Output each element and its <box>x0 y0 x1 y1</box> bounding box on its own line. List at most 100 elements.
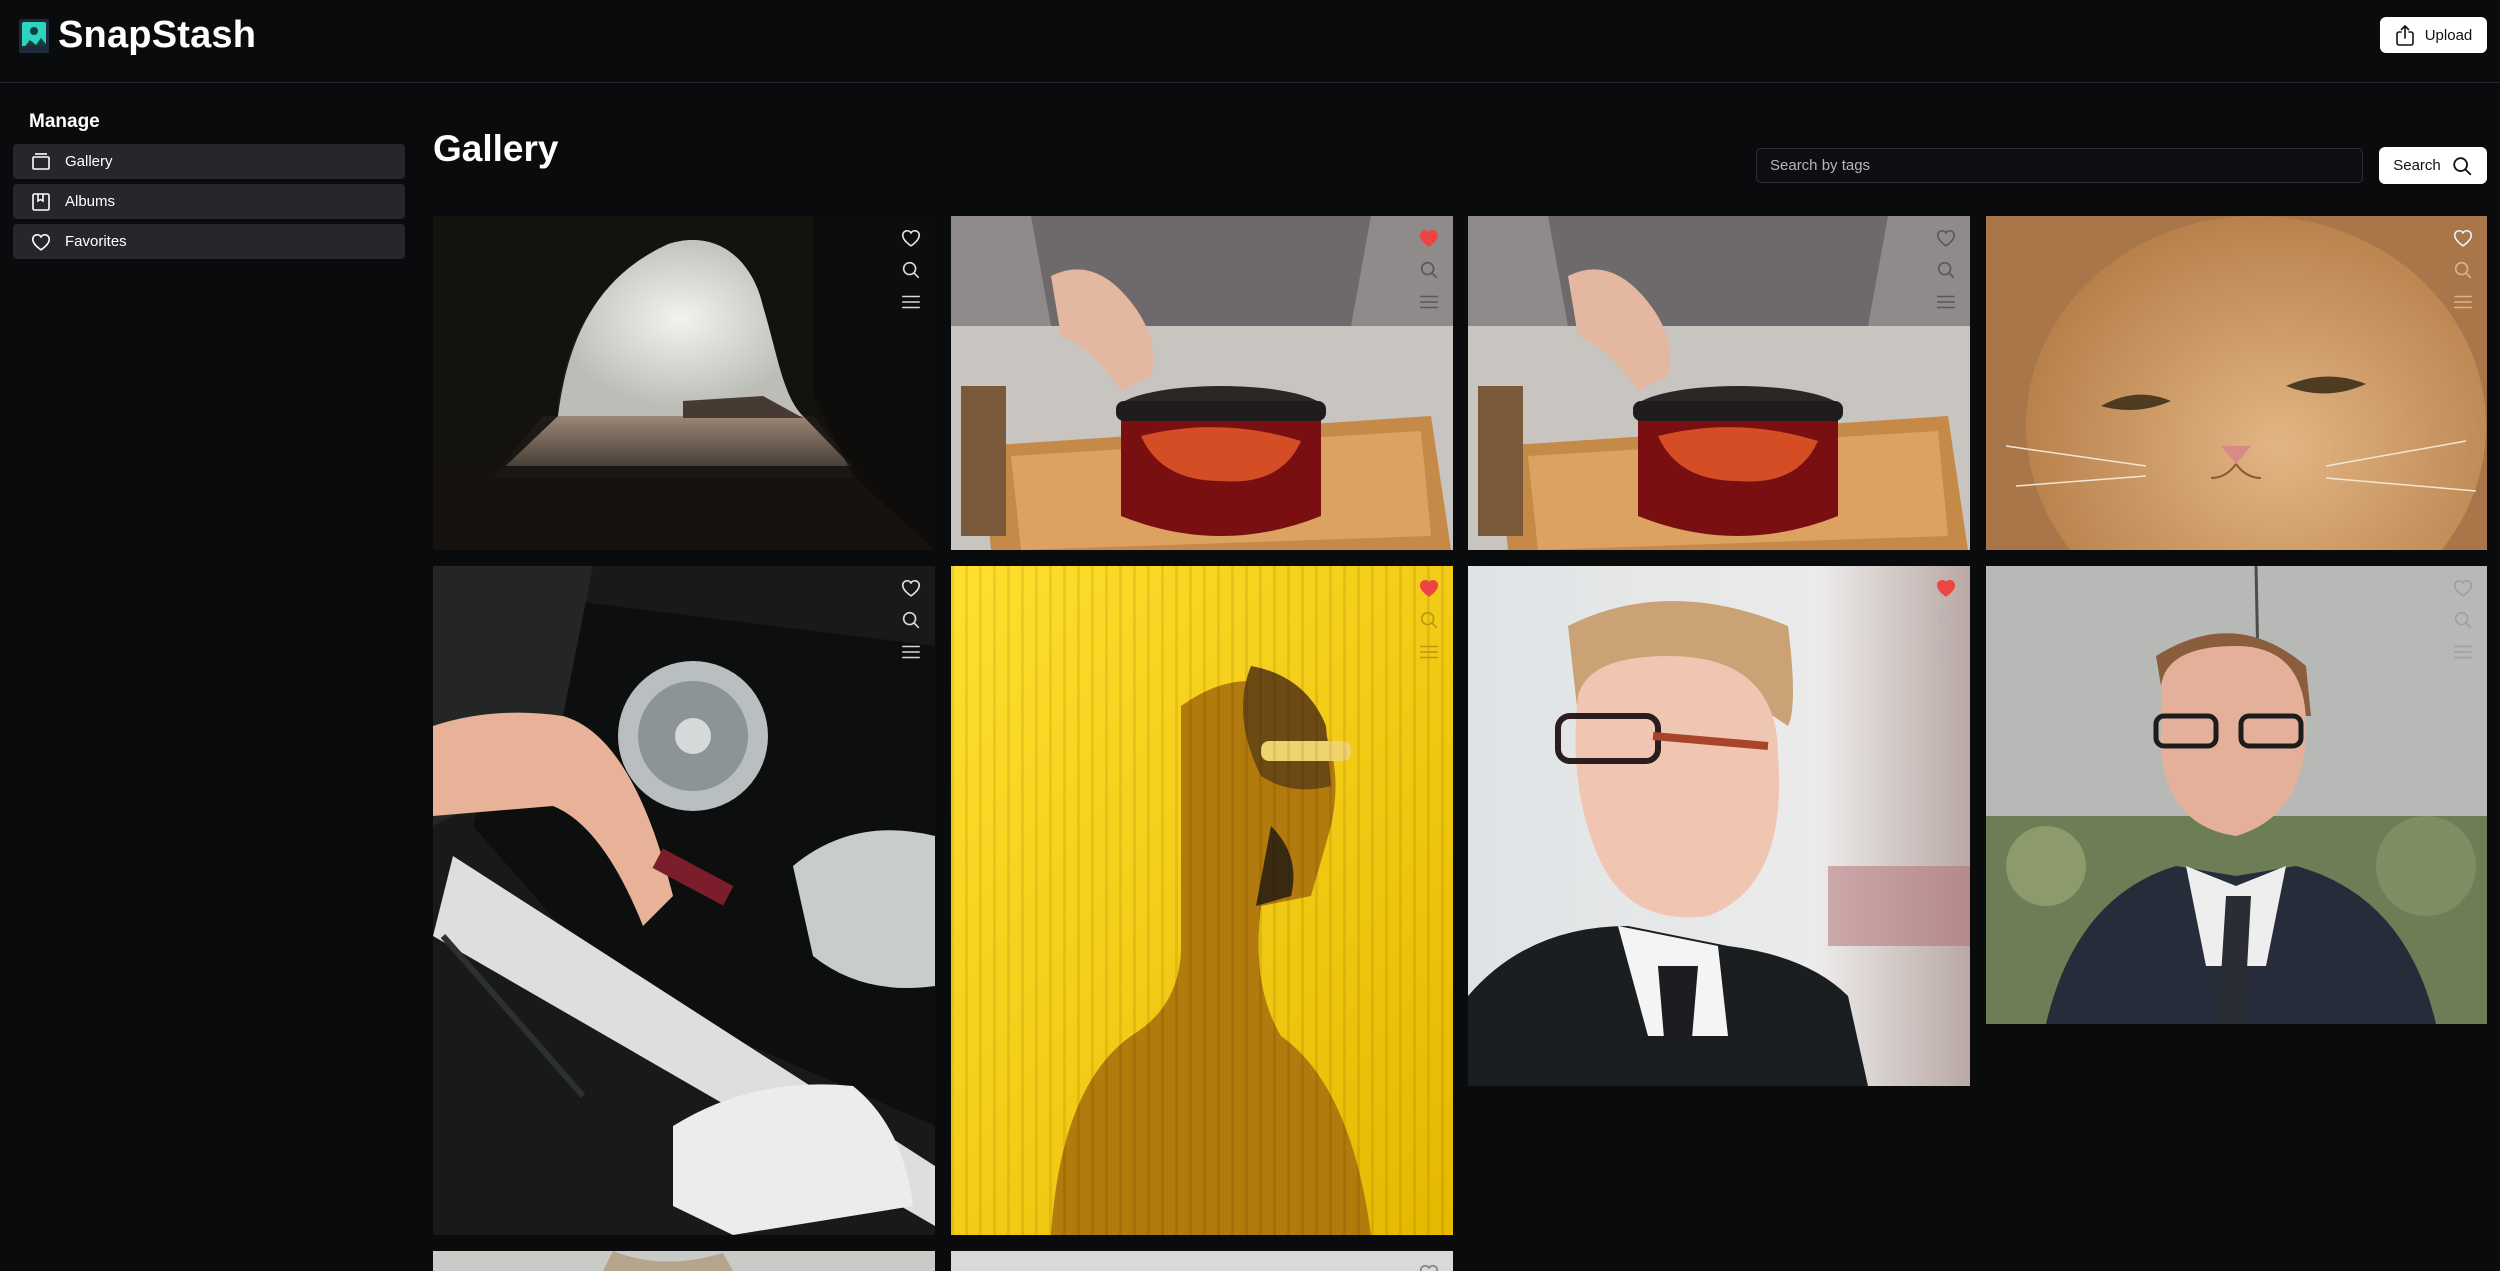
sidebar-item-favorites[interactable]: Favorites <box>13 224 405 259</box>
magnifier-icon <box>1420 611 1438 629</box>
photo-image <box>433 566 935 1235</box>
photo-tile[interactable] <box>951 1251 1453 1271</box>
sidebar-item-albums[interactable]: Albums <box>13 184 405 219</box>
photo-actions <box>1417 226 1441 314</box>
photo-actions <box>2451 576 2475 664</box>
heart-filled-icon <box>1419 229 1439 247</box>
heart-filled-icon <box>1936 579 1956 597</box>
magnifier-icon <box>1420 261 1438 279</box>
magnifier-icon <box>902 261 920 279</box>
sidebar-item-gallery[interactable]: Gallery <box>13 144 405 179</box>
favorite-toggle[interactable] <box>1934 226 1958 250</box>
hamburger-icon <box>1937 295 1955 309</box>
gallery-icon <box>32 152 50 170</box>
favorite-toggle[interactable] <box>899 576 923 600</box>
menu-button[interactable] <box>1417 640 1441 664</box>
magnifier-icon <box>2454 611 2472 629</box>
favorite-toggle[interactable] <box>2451 226 2475 250</box>
magnifier-icon <box>902 611 920 629</box>
search-icon <box>2453 156 2471 175</box>
page-title: Gallery <box>433 128 559 169</box>
zoom-button[interactable] <box>899 608 923 632</box>
magnifier-icon <box>1937 611 1955 629</box>
sidebar-item-label: Favorites <box>65 233 127 250</box>
photo-actions <box>1934 576 1958 664</box>
logo-icon <box>19 18 49 53</box>
photo-image <box>433 1251 935 1271</box>
photo-tile[interactable] <box>951 566 1453 1235</box>
menu-button[interactable] <box>2451 290 2475 314</box>
photo-image <box>433 216 935 550</box>
zoom-button[interactable] <box>1934 258 1958 282</box>
photo-actions <box>2451 226 2475 314</box>
photo-actions <box>1417 1261 1441 1271</box>
zoom-button[interactable] <box>2451 608 2475 632</box>
photo-tile[interactable] <box>1468 566 1970 1086</box>
search-button[interactable]: Search <box>2379 147 2487 184</box>
photo-image <box>951 1251 1453 1271</box>
sidebar-item-label: Albums <box>65 193 116 210</box>
zoom-button[interactable] <box>899 258 923 282</box>
photo-tile[interactable] <box>433 1251 935 1271</box>
photo-tile[interactable] <box>951 216 1453 550</box>
favorite-toggle[interactable] <box>1417 1261 1441 1271</box>
upload-label: Upload <box>2424 26 2473 44</box>
heart-outline-icon <box>901 579 921 597</box>
photo-actions <box>1934 226 1958 314</box>
heart-outline-icon <box>1419 1264 1439 1271</box>
menu-button[interactable] <box>1934 290 1958 314</box>
search-button-label: Search <box>2393 157 2441 174</box>
photo-tile[interactable] <box>433 566 935 1235</box>
menu-button[interactable] <box>1934 640 1958 664</box>
upload-button[interactable]: Upload <box>2380 17 2487 53</box>
search-input[interactable] <box>1756 148 2363 183</box>
zoom-button[interactable] <box>1417 258 1441 282</box>
hamburger-icon <box>1937 645 1955 659</box>
photo-image <box>1986 216 2487 550</box>
photo-image <box>951 566 1453 1235</box>
zoom-button[interactable] <box>1417 608 1441 632</box>
zoom-button[interactable] <box>1934 608 1958 632</box>
heart-outline-icon <box>2453 229 2473 247</box>
heart-filled-icon <box>1419 579 1439 597</box>
favorite-toggle[interactable] <box>1934 576 1958 600</box>
album-icon <box>32 192 50 211</box>
photo-tile[interactable] <box>1986 566 2487 1024</box>
photo-actions <box>1417 576 1441 664</box>
hamburger-icon <box>1420 295 1438 309</box>
magnifier-icon <box>2454 261 2472 279</box>
photo-tile[interactable] <box>433 216 935 550</box>
menu-button[interactable] <box>899 640 923 664</box>
photo-image <box>1468 566 1970 1086</box>
sidebar-item-label: Gallery <box>65 153 113 170</box>
photo-actions <box>899 226 923 314</box>
menu-button[interactable] <box>1417 290 1441 314</box>
favorite-toggle[interactable] <box>2451 576 2475 600</box>
hamburger-icon <box>1420 645 1438 659</box>
hamburger-icon <box>2454 295 2472 309</box>
zoom-button[interactable] <box>2451 258 2475 282</box>
photo-tile[interactable] <box>1468 216 1970 550</box>
app-logo[interactable]: SnapStash <box>16 14 256 57</box>
top-header: SnapStash Upload <box>0 0 2500 83</box>
photo-image <box>1986 566 2487 1024</box>
sidebar-heading: Manage <box>29 111 100 132</box>
photo-image <box>1468 216 1970 550</box>
hamburger-icon <box>2454 645 2472 659</box>
hamburger-icon <box>902 295 920 309</box>
heart-outline-icon <box>2453 579 2473 597</box>
favorite-toggle[interactable] <box>899 226 923 250</box>
photo-image <box>951 216 1453 550</box>
magnifier-icon <box>1937 261 1955 279</box>
photo-tile[interactable] <box>1986 216 2487 550</box>
photo-actions <box>899 576 923 664</box>
favorite-toggle[interactable] <box>1417 576 1441 600</box>
heart-outline-icon <box>1936 229 1956 247</box>
menu-button[interactable] <box>899 290 923 314</box>
app-name: SnapStash <box>58 14 257 56</box>
upload-icon <box>2395 25 2414 46</box>
heart-icon <box>31 233 51 251</box>
menu-button[interactable] <box>2451 640 2475 664</box>
heart-outline-icon <box>901 229 921 247</box>
favorite-toggle[interactable] <box>1417 226 1441 250</box>
